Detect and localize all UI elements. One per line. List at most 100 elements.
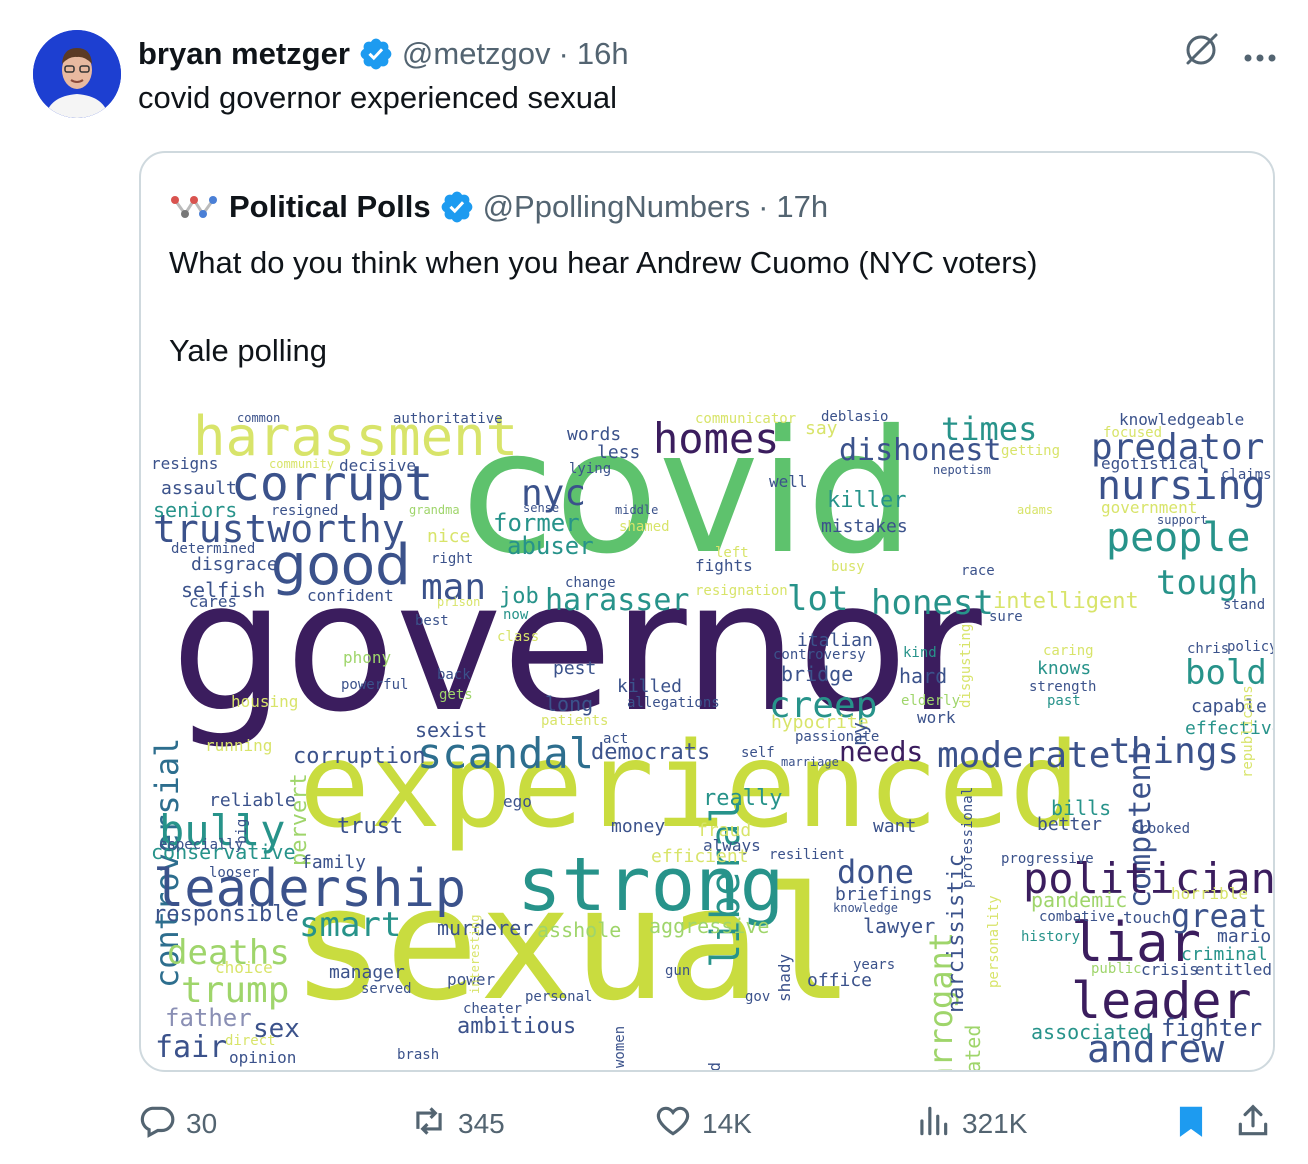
author-name[interactable]: bryan metzger — [138, 36, 350, 72]
wordcloud-word: cheater — [463, 1001, 523, 1017]
wordcloud-word: lying — [569, 461, 612, 477]
bookmark-button[interactable] — [1172, 1098, 1210, 1150]
wordcloud-word: resigned — [271, 503, 339, 519]
wordcloud-word: killer — [827, 488, 907, 513]
wordcloud-word: combative — [1039, 909, 1115, 925]
wordcloud-word: resilient — [769, 847, 845, 863]
repost-count: 345 — [458, 1108, 505, 1139]
repost-icon — [410, 1102, 448, 1147]
wordcloud-word: opinionated — [705, 1062, 724, 1070]
wordcloud-word: cares — [189, 592, 238, 611]
wordcloud-word: years — [853, 957, 896, 973]
wordcloud-word: seniors — [153, 498, 238, 522]
views-count: 321K — [962, 1108, 1028, 1139]
wordcloud-word: women — [612, 1025, 628, 1068]
wordcloud-word: murderer — [437, 916, 534, 940]
wordcloud-word: gov — [745, 989, 771, 1005]
quoted-author-handle: @PpollingNumbers — [482, 189, 751, 224]
wordcloud-word: abuser — [507, 532, 594, 560]
wordcloud-word: confident — [307, 586, 394, 605]
wordcloud-word: prison — [437, 595, 481, 609]
wordcloud-word: sure — [989, 609, 1023, 625]
avatar[interactable] — [33, 30, 121, 118]
wordcloud-word: trust — [337, 814, 404, 839]
wordcloud-word: say — [805, 418, 838, 439]
wordcloud-word: tough — [1156, 563, 1259, 603]
wordcloud-word: personality — [986, 895, 1002, 988]
like-count: 14K — [702, 1108, 752, 1139]
author-handle[interactable]: @metzgov — [402, 36, 551, 72]
separator: · — [558, 36, 569, 71]
wordcloud-word: crooked — [1131, 821, 1191, 837]
wordcloud-word: phony — [343, 648, 392, 667]
wordcloud-word: served — [361, 981, 412, 997]
timestamp[interactable]: 16h — [577, 36, 629, 72]
wordcloud-word: sense — [523, 501, 560, 515]
wordcloud-word: strength — [1029, 679, 1097, 695]
wordcloud-word: marriage — [781, 755, 839, 769]
wordcloud-word: hard — [899, 664, 948, 688]
wordcloud-word: housing — [231, 692, 299, 711]
wordcloud-word: bridge — [781, 662, 854, 686]
tweet-header: bryan metzger @metzgov · 16h — [138, 32, 1278, 76]
wordcloud-word: smart — [299, 905, 402, 945]
quoted-text: What do you think when you hear Andrew C… — [169, 241, 1037, 373]
quoted-tweet[interactable]: Political Polls @PpollingNumbers · 17h W… — [139, 151, 1275, 1072]
wordcloud-word: corruption — [293, 744, 426, 769]
wordcloud-word: resigns — [151, 454, 219, 473]
wordcloud-word: authoritative — [393, 411, 503, 427]
more-icon[interactable] — [1242, 36, 1278, 72]
share-icon — [1234, 1102, 1272, 1147]
wordcloud-word: money — [611, 816, 666, 837]
wordcloud-word: chris — [1187, 641, 1230, 657]
tweet-text: covid governor experienced sexual — [138, 80, 618, 115]
wordcloud-word: killed — [617, 676, 683, 697]
wordcloud-word: ego — [503, 792, 532, 811]
wordcloud-word: father — [165, 1004, 252, 1032]
wordcloud-word: controversy — [773, 647, 866, 663]
wordcloud-word: responsible — [153, 902, 299, 927]
wordcloud-word: brash — [397, 1047, 440, 1063]
wordcloud-word: disgrace — [191, 554, 278, 575]
wordcloud-word: left — [715, 545, 749, 561]
wordcloud-word: class — [497, 629, 540, 645]
wordcloud-word: knowledge — [833, 901, 899, 915]
wordcloud-word: resignation — [695, 583, 788, 599]
views-button[interactable]: 321K — [914, 1098, 1027, 1150]
wordcloud-word: nepotism — [933, 463, 991, 477]
like-icon — [654, 1102, 692, 1147]
wordcloud-word: busy — [831, 559, 865, 575]
wordcloud-word: especially — [159, 837, 244, 853]
wordcloud-word: progressive — [1001, 851, 1094, 867]
wordcloud-word: policy — [1227, 639, 1273, 655]
wordcloud-word: things — [1109, 731, 1240, 772]
wordcloud-word: moderate — [937, 735, 1111, 776]
wordcloud-word: act — [603, 731, 629, 747]
wordcloud-word: shamed — [619, 519, 670, 535]
wordcloud-word: associated — [1031, 1020, 1152, 1044]
wordcloud-word: best — [415, 613, 449, 629]
wordcloud-word: ny — [847, 721, 871, 746]
quoted-text-line-1: What do you think when you hear Andrew C… — [169, 245, 1038, 280]
word-cloud-image[interactable]: governor covid experienced sexual harassment… — [141, 408, 1273, 1070]
wordcloud-word: history — [1021, 929, 1081, 945]
reply-button[interactable]: 30 — [138, 1098, 217, 1150]
separator: · — [758, 189, 769, 224]
wordcloud-word: common — [237, 411, 281, 425]
verified-icon — [358, 36, 394, 72]
wordcloud-word: decisive — [339, 456, 417, 475]
wordcloud-word: powerful — [341, 677, 409, 693]
share-button[interactable] — [1234, 1098, 1272, 1150]
quoted-author-name[interactable]: Political Polls — [229, 189, 431, 225]
wordcloud-word: right — [431, 551, 474, 567]
like-button[interactable]: 14K — [654, 1098, 752, 1150]
wordcloud-word: shady — [775, 953, 794, 1002]
wordcloud-word: honest — [871, 583, 994, 623]
wordcloud-word: change — [565, 575, 616, 591]
repost-button[interactable]: 345 — [410, 1098, 505, 1150]
wordcloud-word: really — [703, 786, 783, 811]
wordcloud-word: nice — [427, 526, 471, 547]
grok-icon[interactable] — [1182, 31, 1220, 77]
wordcloud-word: fighter — [1161, 1014, 1263, 1042]
wordcloud-word: aggressive — [649, 914, 770, 938]
